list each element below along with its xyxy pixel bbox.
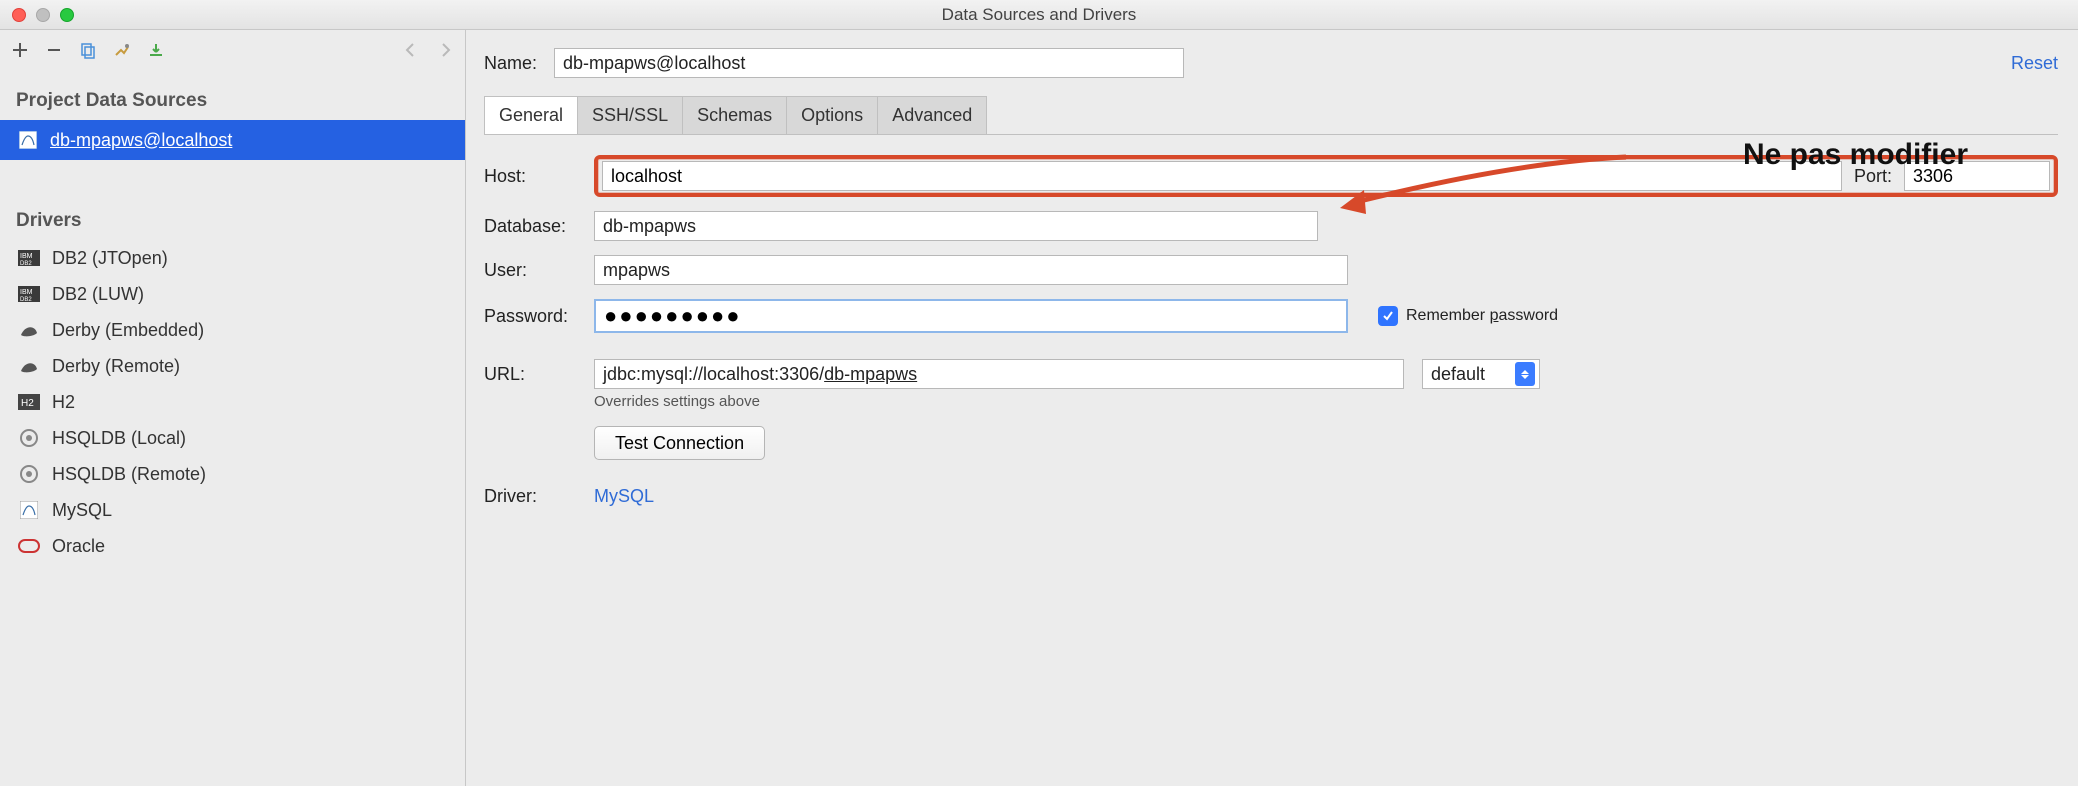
sidebar-toolbar: [0, 30, 465, 70]
traffic-lights: [12, 8, 74, 22]
password-label: Password:: [484, 306, 594, 327]
tab-ssh-ssl[interactable]: SSH/SSL: [578, 96, 683, 134]
chevron-updown-icon: [1515, 362, 1535, 386]
tab-options[interactable]: Options: [787, 96, 878, 134]
driver-item-h2[interactable]: H2 H2: [0, 384, 465, 420]
url-input[interactable]: jdbc:mysql://localhost:3306/db-mpapws: [594, 359, 1404, 389]
window-title: Data Sources and Drivers: [0, 5, 2078, 25]
drivers-header: Drivers: [0, 190, 465, 240]
svg-text:DB2: DB2: [20, 297, 32, 302]
titlebar: Data Sources and Drivers: [0, 0, 2078, 30]
tab-general[interactable]: General: [484, 96, 578, 134]
project-data-sources-header: Project Data Sources: [0, 70, 465, 120]
url-hint: Overrides settings above: [594, 393, 2058, 410]
database-input[interactable]: [594, 211, 1318, 241]
name-label: Name:: [484, 53, 554, 74]
url-mode-select[interactable]: default: [1422, 359, 1540, 389]
copy-icon[interactable]: [78, 40, 98, 60]
data-source-item[interactable]: db-mpapws@localhost: [0, 120, 465, 160]
driver-label: HSQLDB (Remote): [52, 464, 206, 485]
data-source-label: db-mpapws@localhost: [50, 130, 232, 151]
import-icon[interactable]: [146, 40, 166, 60]
derby-icon: [18, 321, 40, 339]
driver-label: DB2 (JTOpen): [52, 248, 168, 269]
sidebar: Project Data Sources db-mpapws@localhost…: [0, 30, 466, 786]
driver-label: HSQLDB (Local): [52, 428, 186, 449]
user-label: User:: [484, 260, 594, 281]
driver-label: Driver:: [484, 486, 560, 507]
driver-label: Derby (Remote): [52, 356, 180, 377]
tab-schemas[interactable]: Schemas: [683, 96, 787, 134]
svg-text:IBM: IBM: [20, 289, 33, 296]
user-input[interactable]: [594, 255, 1348, 285]
forward-icon[interactable]: [435, 40, 455, 60]
tab-advanced[interactable]: Advanced: [878, 96, 987, 134]
url-label: URL:: [484, 364, 594, 385]
driver-label: Oracle: [52, 536, 105, 557]
driver-item-derby-remote[interactable]: Derby (Remote): [0, 348, 465, 384]
mysql-icon: [18, 130, 38, 150]
add-icon[interactable]: [10, 40, 30, 60]
svg-text:IBM: IBM: [20, 253, 33, 260]
close-window-button[interactable]: [12, 8, 26, 22]
svg-text:DB2: DB2: [20, 261, 32, 266]
settings-icon[interactable]: [112, 40, 132, 60]
driver-item-hsqldb-local[interactable]: HSQLDB (Local): [0, 420, 465, 456]
mysql-icon: [18, 501, 40, 519]
derby-icon: [18, 357, 40, 375]
driver-item-mysql[interactable]: MySQL: [0, 492, 465, 528]
content-pane: Name: Reset General SSH/SSL Schemas Opti…: [466, 30, 2078, 786]
driver-item-db2-luw[interactable]: IBMDB2 DB2 (LUW): [0, 276, 465, 312]
driver-label: H2: [52, 392, 75, 413]
host-label: Host:: [484, 166, 594, 187]
maximize-window-button[interactable]: [60, 8, 74, 22]
name-input[interactable]: [554, 48, 1184, 78]
database-label: Database:: [484, 216, 594, 237]
reset-link[interactable]: Reset: [2011, 53, 2058, 74]
remove-icon[interactable]: [44, 40, 64, 60]
driver-item-oracle[interactable]: Oracle: [0, 528, 465, 564]
back-icon[interactable]: [401, 40, 421, 60]
db2-icon: IBMDB2: [18, 285, 40, 303]
driver-item-hsqldb-remote[interactable]: HSQLDB (Remote): [0, 456, 465, 492]
driver-label: MySQL: [52, 500, 112, 521]
hsqldb-icon: [18, 465, 40, 483]
oracle-icon: [18, 537, 40, 555]
check-icon: [1378, 306, 1398, 326]
tabs: General SSH/SSL Schemas Options Advanced: [484, 96, 2058, 134]
db2-icon: IBMDB2: [18, 249, 40, 267]
driver-label: DB2 (LUW): [52, 284, 144, 305]
host-input[interactable]: [602, 161, 1842, 191]
driver-link[interactable]: MySQL: [594, 486, 654, 507]
minimize-window-button[interactable]: [36, 8, 50, 22]
driver-item-derby-embedded[interactable]: Derby (Embedded): [0, 312, 465, 348]
test-connection-button[interactable]: Test Connection: [594, 426, 765, 460]
annotation-text: Ne pas modifier: [1743, 138, 1968, 172]
driver-item-db2-jtopen[interactable]: IBMDB2 DB2 (JTOpen): [0, 240, 465, 276]
hsqldb-icon: [18, 429, 40, 447]
remember-password-checkbox[interactable]: Remember password: [1378, 306, 1558, 326]
svg-text:H2: H2: [21, 398, 34, 409]
driver-label: Derby (Embedded): [52, 320, 204, 341]
h2-icon: H2: [18, 393, 40, 411]
remember-password-label: Remember password: [1406, 307, 1558, 325]
password-input[interactable]: [594, 299, 1348, 333]
